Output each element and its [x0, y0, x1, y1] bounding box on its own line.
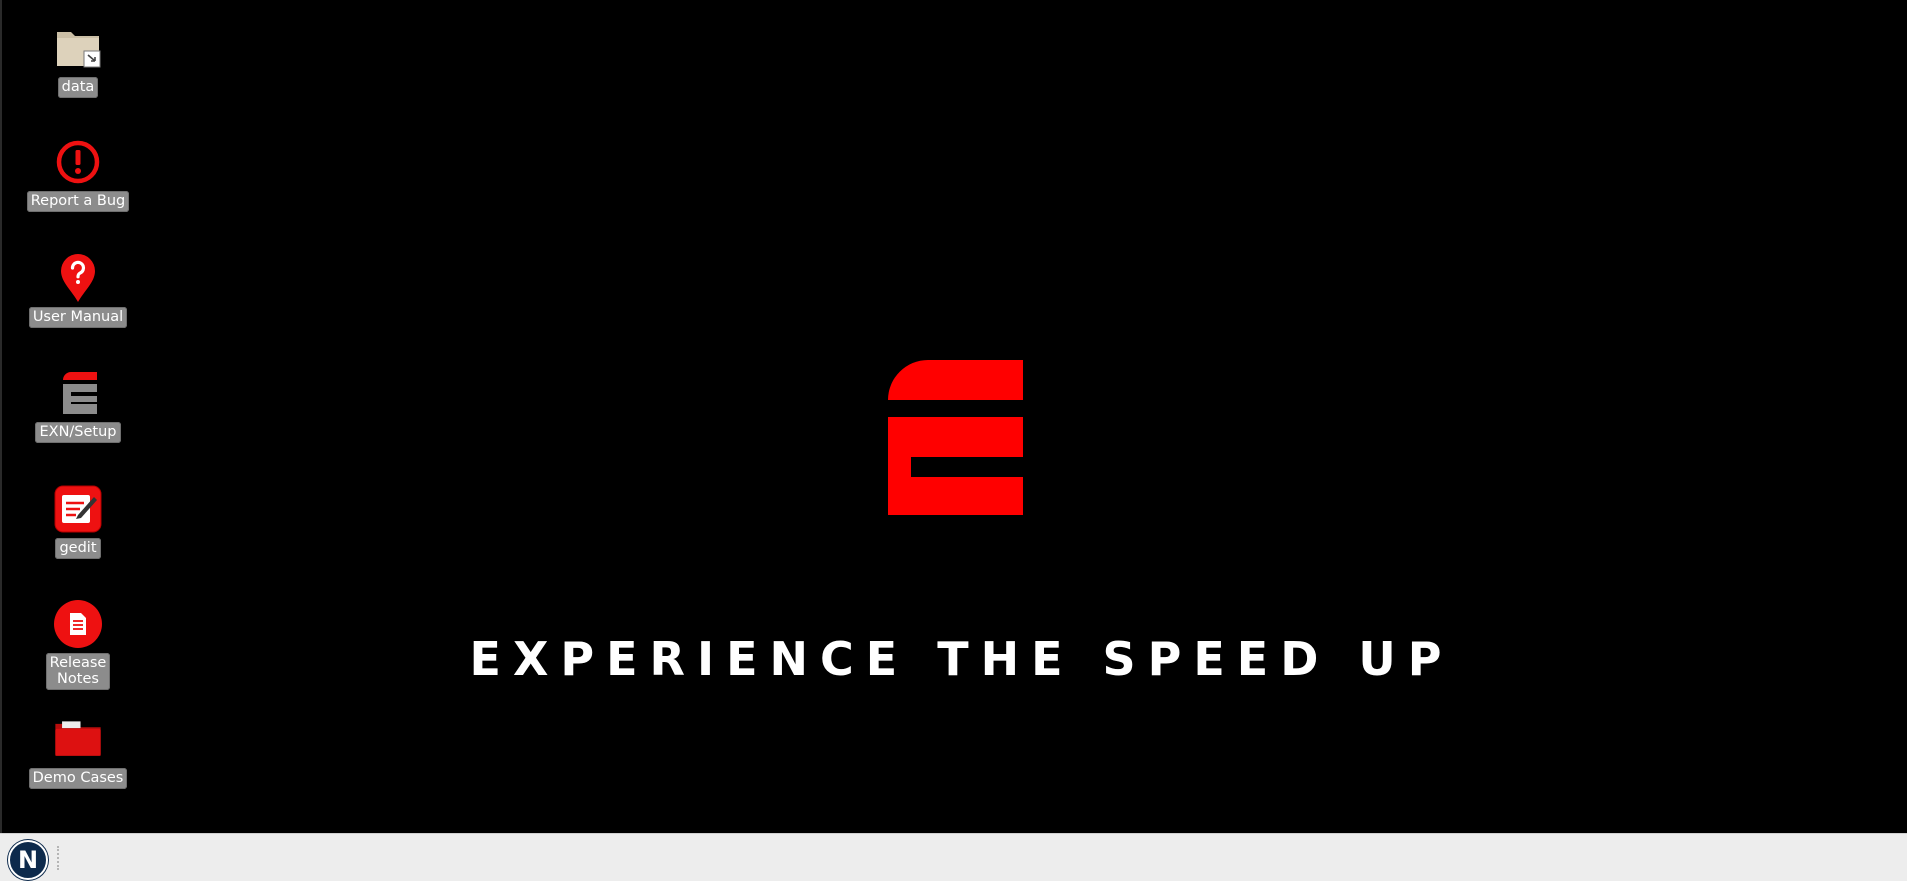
desktop-icon-data[interactable]: data: [2, 22, 154, 98]
question-pin-icon: [52, 252, 104, 304]
start-menu-button[interactable]: N: [8, 840, 48, 880]
folder-shortcut-icon: [52, 22, 104, 74]
desktop-icon-report-a-bug[interactable]: Report a Bug: [2, 136, 154, 212]
taskbar-separator: [57, 846, 59, 870]
desktop-icon-label: gedit: [55, 538, 101, 559]
desktop[interactable]: data Report a Bug User Manual EXN/Setup …: [0, 0, 1907, 833]
text-editor-icon: [52, 483, 104, 535]
exn-logo-icon: [52, 367, 104, 419]
desktop-icon-label: data: [57, 77, 99, 98]
desktop-icon-gedit[interactable]: gedit: [2, 483, 154, 559]
start-menu-logo: N: [17, 846, 39, 874]
desktop-icon-exn-setup[interactable]: EXN/Setup: [2, 367, 154, 443]
taskbar: N: [0, 833, 1907, 881]
desktop-icon-demo-cases[interactable]: Demo Cases: [2, 713, 154, 789]
tagline: EXPERIENCE THE SPEED UP: [469, 632, 1454, 686]
exclamation-icon: [52, 136, 104, 188]
desktop-icon-label: EXN/Setup: [35, 422, 121, 443]
desktop-icon-label: User Manual: [28, 307, 128, 328]
desktop-icon-label: Demo Cases: [28, 768, 128, 789]
desktop-icon-user-manual[interactable]: User Manual: [2, 252, 154, 328]
red-folder-icon: [52, 713, 104, 765]
desktop-icon-label: Report a Bug: [26, 191, 130, 212]
brand-logo: [888, 360, 1023, 515]
